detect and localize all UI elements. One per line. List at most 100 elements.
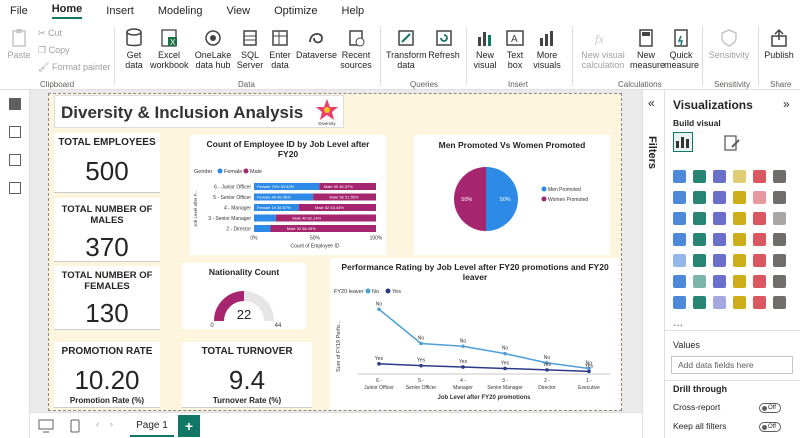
visual-type-icon[interactable] <box>733 170 746 183</box>
copy-button[interactable]: ❐ Copy <box>38 45 70 56</box>
format-visual-tab-icon[interactable] <box>723 134 741 155</box>
visual-type-icon[interactable] <box>713 212 726 225</box>
visual-type-icon[interactable] <box>773 296 786 309</box>
paste-button[interactable]: Paste <box>6 28 32 60</box>
expand-icon[interactable]: » <box>783 97 790 111</box>
visual-type-icon[interactable] <box>673 275 686 288</box>
visual-type-icon[interactable] <box>733 212 746 225</box>
visual-type-icon[interactable] <box>693 191 706 204</box>
sensitivity-group-label: Sensitivity <box>714 80 751 89</box>
menu-file[interactable]: File <box>10 5 28 17</box>
visual-type-icon[interactable] <box>733 233 746 246</box>
visual-type-icon[interactable] <box>713 233 726 246</box>
new-visual-calculation-button[interactable]: fx New visual calculation <box>576 28 630 70</box>
total-turnover-card[interactable]: TOTAL TURNOVER 9.4 Turnover Rate (%) <box>182 342 312 408</box>
format-painter-button[interactable]: 🖌 Format painter <box>38 62 110 73</box>
quick-measure-button[interactable]: Quick measure <box>664 28 699 70</box>
build-visual-tab-icon[interactable] <box>673 132 693 152</box>
menu-home[interactable]: Home <box>51 3 83 19</box>
visual-type-icon[interactable] <box>753 170 766 183</box>
menu-insert[interactable]: Insert <box>106 5 134 17</box>
visual-type-icon[interactable] <box>693 275 706 288</box>
visual-type-icon[interactable] <box>673 233 686 246</box>
prev-page-icon[interactable]: ‹ <box>96 419 99 429</box>
visual-type-icon[interactable] <box>713 275 726 288</box>
enter-data-button[interactable]: Enter data <box>266 28 294 70</box>
visual-type-icon[interactable] <box>753 254 766 267</box>
visual-type-icon[interactable] <box>753 212 766 225</box>
sensitivity-button[interactable]: Sensitivity <box>706 28 752 60</box>
collapse-icon[interactable]: « <box>648 96 655 110</box>
performance-line-chart[interactable]: Performance Rating by Job Level after FY… <box>330 258 620 410</box>
add-page-button[interactable]: + <box>178 415 200 437</box>
visual-type-icon[interactable] <box>773 275 786 288</box>
total-females-card[interactable]: TOTAL NUMBER OF FEMALES 130 <box>54 266 160 330</box>
visual-type-icon[interactable] <box>773 191 786 204</box>
visual-type-icon[interactable] <box>713 296 726 309</box>
visual-type-icon[interactable] <box>693 233 706 246</box>
visual-type-icon[interactable] <box>753 191 766 204</box>
visual-type-icon[interactable] <box>693 212 706 225</box>
visual-type-icon[interactable] <box>733 191 746 204</box>
visual-type-icon[interactable] <box>693 296 706 309</box>
total-employees-card[interactable]: TOTAL EMPLOYEES 500 <box>54 133 160 193</box>
cut-button[interactable]: ✂ Cut <box>38 28 62 39</box>
dataverse-button[interactable]: Dataverse <box>296 28 337 60</box>
filters-pane[interactable]: « Filters <box>642 90 664 438</box>
job-level-bar-chart[interactable]: Count of Employee ID by Job Level after … <box>190 135 386 255</box>
total-males-card[interactable]: TOTAL NUMBER OF MALES 370 <box>54 198 160 262</box>
visual-type-icon[interactable] <box>733 296 746 309</box>
get-data-button[interactable]: Get data <box>120 28 148 70</box>
visual-type-icon[interactable] <box>673 191 686 204</box>
new-visual-button[interactable]: New visual <box>470 28 500 70</box>
menu-modeling[interactable]: Modeling <box>158 5 203 17</box>
bar-male <box>275 214 376 222</box>
mobile-layout-icon[interactable] <box>70 419 80 433</box>
more-visuals-ellipsis[interactable]: ... <box>673 315 683 329</box>
visual-type-icon[interactable] <box>673 170 686 183</box>
values-drop-well[interactable]: Add data fields here <box>671 356 793 374</box>
promotion-rate-card[interactable]: PROMOTION RATE 10.20 Promotion Rate (%) <box>54 342 160 408</box>
dax-query-view-icon[interactable] <box>8 182 21 194</box>
visual-type-icon[interactable] <box>773 233 786 246</box>
text-box-button[interactable]: A Text box <box>502 28 528 70</box>
refresh-button[interactable]: Refresh <box>428 28 460 60</box>
menu-optimize[interactable]: Optimize <box>274 5 317 17</box>
promotion-pie-chart[interactable]: Men Promoted Vs Women Promoted 50% 50% Men… <box>414 135 610 255</box>
table-view-icon[interactable] <box>8 126 21 138</box>
publish-button[interactable]: Publish <box>762 28 796 60</box>
new-measure-button[interactable]: New measure <box>630 28 665 70</box>
more-visuals-button[interactable]: More visuals <box>530 28 564 70</box>
visual-type-icon[interactable] <box>693 254 706 267</box>
model-view-icon[interactable] <box>8 154 21 166</box>
visual-type-icon[interactable] <box>713 191 726 204</box>
report-view-icon[interactable] <box>8 98 21 110</box>
visual-type-icon[interactable] <box>773 170 786 183</box>
visual-type-icon[interactable] <box>773 212 786 225</box>
cross-report-toggle[interactable]: Off <box>759 403 781 413</box>
visual-type-icon[interactable] <box>713 170 726 183</box>
visual-type-icon[interactable] <box>733 275 746 288</box>
visual-type-icon[interactable] <box>773 254 786 267</box>
excel-workbook-button[interactable]: X Excel workbook <box>150 28 189 70</box>
menu-help[interactable]: Help <box>342 5 365 17</box>
recent-sources-button[interactable]: Recent sources <box>338 28 374 70</box>
onelake-data-hub-button[interactable]: OneLake data hub <box>192 28 234 70</box>
visual-type-icon[interactable] <box>713 254 726 267</box>
sql-server-button[interactable]: SQL Server <box>236 28 264 70</box>
keep-all-filters-toggle[interactable]: Off <box>759 422 781 432</box>
visual-type-icon[interactable] <box>693 170 706 183</box>
next-page-icon[interactable]: › <box>110 419 113 429</box>
visual-type-icon[interactable] <box>733 254 746 267</box>
menu-view[interactable]: View <box>226 5 250 17</box>
page-tab-page-1[interactable]: Page 1 <box>130 415 174 437</box>
visual-type-icon[interactable] <box>753 233 766 246</box>
visual-type-icon[interactable] <box>753 275 766 288</box>
visual-type-icon[interactable] <box>673 296 686 309</box>
visual-type-icon[interactable] <box>673 212 686 225</box>
transform-data-button[interactable]: Transform data <box>386 28 427 70</box>
nationality-gauge[interactable]: Nationality Count 22 0 44 <box>182 263 306 329</box>
desktop-layout-icon[interactable] <box>38 419 54 433</box>
visual-type-icon[interactable] <box>673 254 686 267</box>
visual-type-icon[interactable] <box>753 296 766 309</box>
